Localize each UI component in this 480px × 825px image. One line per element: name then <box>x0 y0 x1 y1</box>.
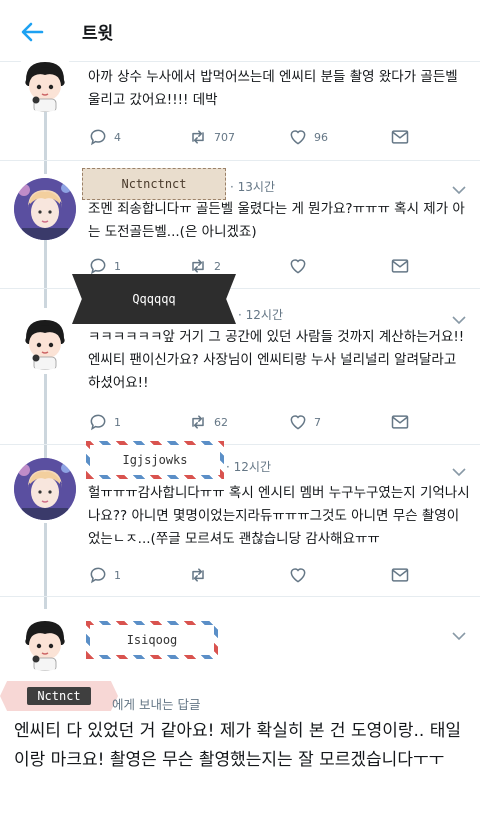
like-button[interactable]: 7 <box>288 411 321 433</box>
avatar[interactable] <box>14 458 76 520</box>
like-button[interactable] <box>288 255 314 277</box>
heart-icon <box>290 259 306 274</box>
reply-count: 1 <box>114 259 121 273</box>
retweet-button[interactable] <box>188 564 214 586</box>
tweet-actions: 1 2 <box>88 255 428 277</box>
reply-count: 1 <box>114 568 121 582</box>
heart-icon <box>290 415 306 430</box>
username: Isiqoog <box>126 633 178 647</box>
retweet-count: 2 <box>214 259 221 273</box>
retweet-count: 707 <box>214 130 235 144</box>
like-count: 96 <box>314 130 328 144</box>
divider <box>0 444 480 445</box>
tweet-text: ㅋㅋㅋㅋㅋㅋ앞 거기 그 공간에 있던 사람들 것까지 계산하는거요!! 엔씨티… <box>88 329 465 391</box>
chevron-down-icon[interactable] <box>452 310 466 325</box>
like-button[interactable]: 96 <box>288 126 328 148</box>
thread-line <box>44 112 47 174</box>
chevron-down-icon[interactable] <box>452 180 466 195</box>
username-tag[interactable]: Nctnctnct <box>82 168 226 200</box>
envelope-icon <box>391 568 409 582</box>
tweet-text: 조멘 죄송합니다ㅠ 골든벨 울렸다는 게 뭔가요?ㅠㅠㅠ 혹시 제가 아는 도전… <box>88 201 465 240</box>
username: Qqqqqq <box>132 292 176 306</box>
retweet-button[interactable]: 707 <box>188 126 235 148</box>
divider <box>0 288 480 289</box>
tweet-actions: 4 707 96 <box>88 126 428 148</box>
envelope-icon <box>391 415 409 429</box>
reply-button[interactable]: 4 <box>88 126 121 148</box>
avatar[interactable] <box>14 609 76 671</box>
reply-count: 4 <box>114 130 121 144</box>
reply-icon <box>90 258 106 275</box>
like-button[interactable] <box>288 564 314 586</box>
divider <box>0 160 480 161</box>
username-tag[interactable]: Isiqoog <box>86 621 218 659</box>
thread-line <box>44 374 47 458</box>
retweet-icon <box>192 568 204 582</box>
reply-to-tag[interactable]: Nctnct <box>0 681 118 711</box>
reply-button[interactable]: 1 <box>88 411 121 433</box>
header: 트윗 <box>0 0 480 62</box>
retweet-button[interactable]: 62 <box>188 411 228 433</box>
tweet-time: · 12시간 <box>238 308 283 322</box>
reply-context: 에게 보내는 답글 <box>112 697 201 712</box>
reply-icon <box>90 567 106 584</box>
avatar[interactable] <box>14 50 76 112</box>
avatar[interactable] <box>14 308 76 370</box>
like-count: 7 <box>314 415 321 429</box>
retweet-icon <box>192 130 204 144</box>
tweet-text: 엔씨티 다 있었던 거 같아요! 제가 확실히 본 건 도영이랑.. 태일이랑 … <box>14 721 462 770</box>
heart-icon <box>290 568 306 583</box>
reply-button[interactable]: 1 <box>88 255 121 277</box>
reply-icon <box>90 129 106 146</box>
username-tag[interactable]: Igjsjowks <box>86 441 224 479</box>
username-tag[interactable]: Qqqqqq <box>72 274 236 324</box>
dm-button[interactable] <box>390 411 410 433</box>
reply-button[interactable]: 1 <box>88 564 121 586</box>
thread-line <box>44 240 47 308</box>
heart-icon <box>290 130 306 145</box>
username: Igjsjowks <box>122 453 188 467</box>
envelope-icon <box>391 130 409 144</box>
reply-icon <box>90 414 106 431</box>
retweet-icon <box>192 259 204 273</box>
avatar[interactable] <box>14 178 76 240</box>
dm-button[interactable] <box>390 126 410 148</box>
retweet-count: 62 <box>214 415 228 429</box>
envelope-icon <box>391 259 409 273</box>
tweet-text: 헐ㅠㅠㅠ감사합니다ㅠㅠ 혹시 엔시티 멤버 누구누구였는지 기억나시나요?? 아… <box>88 485 470 547</box>
tweet-actions: 1 <box>88 564 428 586</box>
tweet-actions: 1 62 7 <box>88 411 428 433</box>
reply-count: 1 <box>114 415 121 429</box>
reply-to-user: Nctnct <box>27 687 91 705</box>
chevron-down-icon[interactable] <box>452 462 466 477</box>
tweet-text: 아까 상수 누사에서 밥먹어쓰는데 엔씨티 분들 촬영 왔다가 골든벨 울리고 … <box>88 69 458 108</box>
retweet-button[interactable]: 2 <box>188 255 221 277</box>
divider <box>0 596 480 597</box>
back-arrow-icon[interactable] <box>18 18 46 46</box>
retweet-icon <box>192 415 204 429</box>
tweet-time: · 13시간 <box>230 180 275 194</box>
chevron-down-icon[interactable] <box>452 626 466 641</box>
username: Nctnctnct <box>121 177 187 191</box>
dm-button[interactable] <box>390 255 410 277</box>
dm-button[interactable] <box>390 564 410 586</box>
page-title: 트윗 <box>82 24 114 44</box>
tweet-time: · 12시간 <box>226 460 271 474</box>
